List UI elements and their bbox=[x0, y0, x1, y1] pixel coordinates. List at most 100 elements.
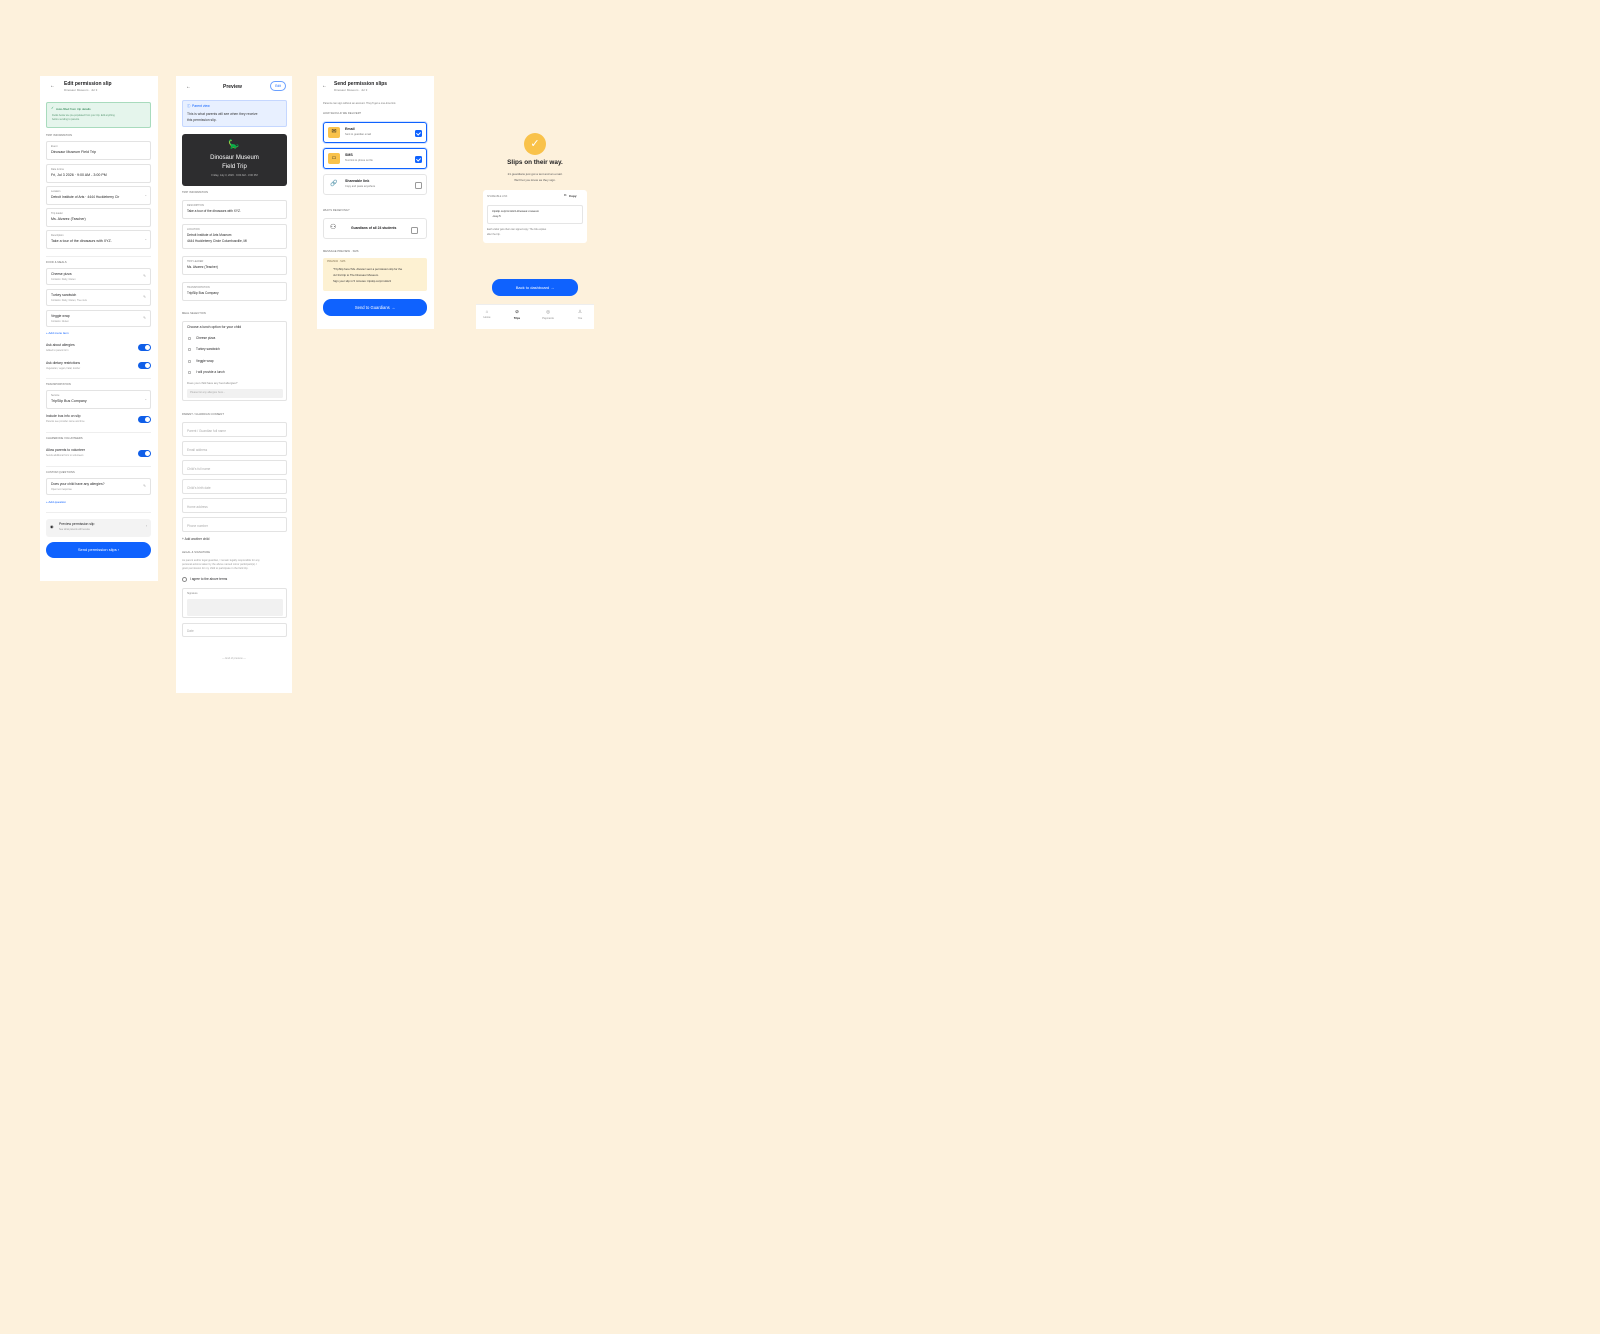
section-recipients: WHO'S RECEIVING? bbox=[323, 209, 350, 212]
success-check-icon: ✓ bbox=[524, 133, 546, 155]
email-checkbox[interactable] bbox=[415, 130, 422, 137]
add-question-link[interactable]: + Add question bbox=[46, 501, 66, 504]
info-value: TripSlip Bus Company bbox=[187, 291, 219, 295]
service-field[interactable]: Service TripSlip Bus Company ⌄ bbox=[46, 390, 151, 409]
back-arrow-icon[interactable]: ← bbox=[322, 84, 327, 89]
meal-option-radio[interactable] bbox=[188, 371, 191, 374]
agree-label: I agree to the above terms bbox=[190, 577, 228, 581]
info-value: Ms. Alvarez (Teacher) bbox=[187, 265, 218, 269]
meal-option[interactable]: Cheese pizza bbox=[196, 336, 215, 340]
menu-item-turkey-sandwich[interactable]: Turkey sandwich Contains: Dairy, Gluten, … bbox=[46, 289, 151, 306]
meal-option-radio[interactable] bbox=[188, 348, 191, 351]
meal-option[interactable]: Turkey sandwich bbox=[196, 347, 220, 351]
banner-body: This is what parents will see when they … bbox=[187, 112, 258, 116]
volunteer-label: Allow parents to volunteer bbox=[46, 448, 86, 452]
trip-leader-field[interactable]: Trip leader Ms. Alvarez (Teacher) bbox=[46, 208, 151, 227]
recipients-label: Guardians of all 24 students bbox=[351, 226, 397, 230]
menu-item-cheese-pizza[interactable]: Cheese pizza Contains: Dairy, Gluten ✎ bbox=[46, 268, 151, 285]
ask-allergies-toggle[interactable] bbox=[138, 344, 151, 351]
preview-slip-row[interactable]: ◉ Preview permission slip See what paren… bbox=[46, 519, 151, 537]
delivery-option-email[interactable]: ✉ Email Sent to guardian email bbox=[323, 122, 427, 143]
ask-dietary-toggle[interactable] bbox=[138, 362, 151, 369]
field-label: Description bbox=[51, 234, 64, 237]
add-child-link[interactable]: + Add another child bbox=[182, 537, 209, 541]
placeholder: Parent / Guardian full name bbox=[187, 429, 226, 433]
guardian-name-input[interactable]: Parent / Guardian full name bbox=[182, 422, 287, 437]
chevron-down-icon: ⌄ bbox=[144, 397, 147, 401]
delivery-option-sms[interactable]: ▭ SMS Text link to phone on file bbox=[323, 148, 427, 169]
add-menu-item-link[interactable]: + Add menu item bbox=[46, 332, 69, 335]
tab-you[interactable]: ♙ You bbox=[572, 309, 588, 320]
child-name-input[interactable]: Child's full name bbox=[182, 460, 287, 475]
tab-trips[interactable]: ⊘ Trips bbox=[509, 309, 525, 320]
event-field[interactable]: Event Dinosaur Museum Field Trip bbox=[46, 141, 151, 160]
tab-payments[interactable]: ◎ Payments bbox=[538, 309, 558, 320]
placeholder: Home address bbox=[187, 505, 208, 509]
link-box[interactable]: tripslip.co/p/m1Hx3-dinosaur-museum -may… bbox=[487, 205, 583, 224]
edit-icon[interactable]: ✎ bbox=[143, 274, 146, 278]
tab-label: Payments bbox=[542, 317, 554, 320]
back-to-dashboard-button[interactable]: Back to dashboard → bbox=[492, 279, 578, 296]
email-input[interactable]: Email address bbox=[182, 441, 287, 456]
signature-pad[interactable] bbox=[187, 599, 283, 616]
edit-button[interactable]: Edit bbox=[270, 81, 286, 91]
section-trip-information: TRIP INFORMATION bbox=[46, 134, 73, 137]
field-value: TripSlip Bus Company bbox=[51, 399, 87, 403]
signature-label: Signature bbox=[187, 592, 198, 595]
placeholder: Child's birth date bbox=[187, 486, 211, 490]
description-info: DESCRIPTION Take a tour of the dinosaurs … bbox=[182, 200, 287, 219]
link-icon: 🔗 bbox=[330, 181, 338, 187]
phone-input[interactable]: Phone number bbox=[182, 517, 287, 532]
edit-permission-slip-screen: ← Edit permission slip Dinosaur Museum ·… bbox=[40, 76, 158, 581]
edit-icon[interactable]: ✎ bbox=[143, 295, 146, 299]
meal-option-radio[interactable] bbox=[188, 360, 191, 363]
volunteer-toggle[interactable] bbox=[138, 450, 151, 457]
copy-icon[interactable]: ⧉ bbox=[564, 193, 566, 197]
divider bbox=[46, 432, 151, 433]
location-field[interactable]: Location Detroit Institute of Arts · 4444… bbox=[46, 186, 151, 205]
back-arrow-icon[interactable]: ← bbox=[50, 84, 55, 89]
info-value-2: 4444 Huckleberry Circle Columbusville, M… bbox=[187, 239, 248, 243]
edit-icon[interactable]: ✎ bbox=[143, 316, 146, 320]
meal-option-radio[interactable] bbox=[188, 337, 191, 340]
home-address-input[interactable]: Home address bbox=[182, 498, 287, 513]
recipients-checkbox[interactable] bbox=[411, 227, 418, 234]
divider bbox=[46, 378, 151, 379]
date-input[interactable]: Date bbox=[182, 623, 287, 637]
tab-home[interactable]: ⌂ Home bbox=[479, 309, 495, 319]
message-tag: PREVIEW · SMS bbox=[327, 260, 346, 263]
sms-checkbox[interactable] bbox=[415, 156, 422, 163]
delivery-option-link[interactable]: 🔗 Shareable link Copy and paste anywhere bbox=[323, 174, 427, 195]
copy-button[interactable]: Copy bbox=[569, 195, 577, 198]
send-to-guardians-button[interactable]: Send to Guardians → bbox=[323, 299, 427, 316]
agree-checkbox[interactable] bbox=[182, 577, 187, 582]
send-permission-slips-button[interactable]: Send permission slips › bbox=[46, 542, 151, 558]
allergy-input[interactable]: Please list any allergies here... bbox=[187, 389, 283, 398]
section-consent: PARENT / GUARDIAN CONSENT bbox=[182, 413, 225, 416]
field-value: Detroit Institute of Arts · 4444 Huckleb… bbox=[51, 195, 120, 199]
custom-question-item[interactable]: Does your child have any allergies? Open … bbox=[46, 478, 151, 495]
chevron-right-icon: › bbox=[145, 524, 147, 528]
signature-field[interactable]: Signature bbox=[182, 588, 287, 618]
allergy-placeholder: Please list any allergies here... bbox=[190, 391, 226, 394]
link-note-2: after the trip. bbox=[487, 233, 501, 236]
ask-allergies-label: Ask about allergies bbox=[46, 343, 75, 347]
menu-item-veggie-wrap[interactable]: Veggie wrap Contains: Gluten ✎ bbox=[46, 310, 151, 327]
link-checkbox[interactable] bbox=[415, 182, 422, 189]
date-time-field[interactable]: Date & time Fri, Jul 3 2026 · 9:00 AM - 3… bbox=[46, 164, 151, 183]
section-custom-questions: CUSTOM QUESTIONS bbox=[46, 471, 75, 474]
child-birth-date-input[interactable]: Child's birth date bbox=[182, 479, 287, 494]
back-arrow-icon[interactable]: ← bbox=[186, 85, 191, 90]
location-info: LOCATION Detroit Institute of Arts Museum… bbox=[182, 224, 287, 249]
compass-icon: ⊘ bbox=[515, 309, 519, 314]
bus-info-toggle[interactable] bbox=[138, 416, 151, 423]
meal-option[interactable]: Veggie wrap bbox=[196, 359, 214, 363]
description-field[interactable]: Description Take a tour of the dinosaurs … bbox=[46, 230, 151, 249]
success-body-2: We'll let you know as they sign. bbox=[514, 178, 556, 182]
edit-icon[interactable]: ✎ bbox=[143, 484, 146, 488]
field-value: Dinosaur Museum Field Trip bbox=[51, 150, 96, 154]
allergy-question: Does your child have any food allergies? bbox=[187, 381, 238, 385]
recipients-row[interactable]: ⚇ Guardians of all 24 students bbox=[323, 218, 427, 239]
meal-option[interactable]: I will provide a lunch bbox=[196, 370, 225, 374]
page-title: Preview bbox=[223, 84, 242, 90]
